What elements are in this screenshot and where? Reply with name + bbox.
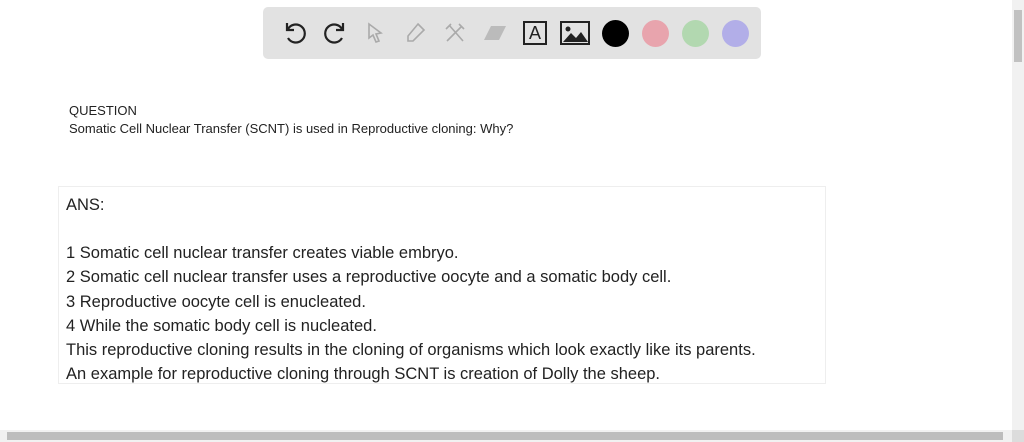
color-purple[interactable] [715,13,755,53]
eraser-icon [484,26,506,40]
horizontal-scrollbar[interactable] [0,430,1012,442]
color-black[interactable] [595,13,635,53]
redo-button[interactable] [315,13,355,53]
scroll-corner [1012,430,1024,442]
question-text: Somatic Cell Nuclear Transfer (SCNT) is … [69,121,514,136]
text-icon: A [523,21,547,45]
image-button[interactable] [555,13,595,53]
answer-textbox[interactable]: ANS: 1 Somatic cell nuclear transfer cre… [58,186,826,384]
drawing-toolbar: A [263,7,761,59]
answer-line: 2 Somatic cell nuclear transfer uses a r… [66,268,672,287]
answer-line: An example for reproductive cloning thro… [66,365,661,384]
text-button[interactable]: A [515,13,555,53]
tools-button[interactable] [435,13,475,53]
redo-icon [324,23,345,44]
image-icon [560,21,590,45]
horizontal-scroll-thumb[interactable] [7,432,1003,440]
question-block: QUESTION Somatic Cell Nuclear Transfer (… [69,102,513,138]
undo-button[interactable] [275,13,315,53]
undo-icon [285,23,306,44]
answer-heading: ANS: [66,196,105,214]
pen-icon [407,22,426,42]
question-label: QUESTION [69,103,137,118]
tools-icon [445,23,465,42]
color-pink[interactable] [635,13,675,53]
answer-line: 3 Reproductive oocyte cell is enucleated… [66,292,366,311]
pointer-icon [368,22,383,43]
color-green[interactable] [675,13,715,53]
answer-line: This reproductive cloning results in the… [66,341,756,360]
eraser-button[interactable] [475,13,515,53]
vertical-scrollbar[interactable] [1012,0,1024,430]
pointer-button[interactable] [355,13,395,53]
vertical-scroll-thumb[interactable] [1014,10,1022,62]
answer-line: 4 While the somatic body cell is nucleat… [66,316,377,335]
pen-button[interactable] [395,13,435,53]
answer-line: 1 Somatic cell nuclear transfer creates … [66,244,459,263]
